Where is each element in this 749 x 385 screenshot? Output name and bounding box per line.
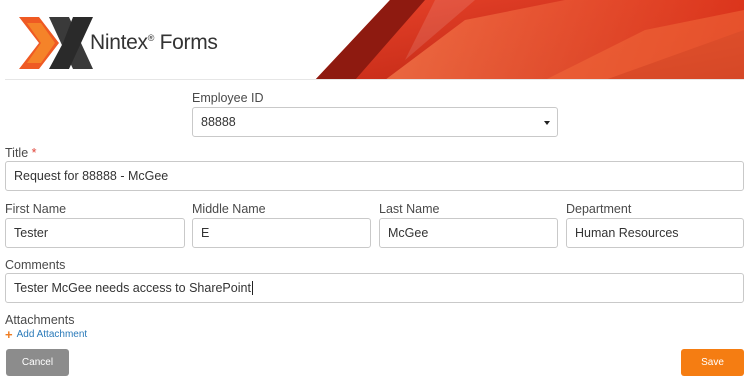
department-input[interactable]: Human Resources: [566, 218, 744, 248]
brand-product: Forms: [159, 31, 218, 54]
nintex-logo-icon: [19, 17, 93, 69]
brand-name: Nintex: [90, 31, 148, 54]
cancel-button[interactable]: Cancel: [6, 349, 69, 376]
form-header: Nintex® Forms: [5, 0, 744, 80]
cancel-button-label: Cancel: [21, 357, 54, 368]
first-name-label: First Name: [5, 202, 67, 216]
employee-id-value: 88888: [201, 115, 236, 129]
employee-id-select[interactable]: 88888: [192, 107, 558, 137]
last-name-label: Last Name: [379, 202, 440, 216]
title-label: Title *: [5, 146, 37, 160]
middle-name-value: E: [201, 226, 210, 240]
title-input[interactable]: Request for 88888 - McGee: [5, 161, 744, 191]
last-name-input[interactable]: McGee: [379, 218, 558, 248]
save-button-label: Save: [701, 357, 724, 368]
title-label-text: Title: [5, 146, 29, 160]
add-attachment-link[interactable]: + Add Attachment: [5, 326, 88, 342]
comments-label: Comments: [5, 258, 66, 272]
attachments-label: Attachments: [5, 313, 75, 327]
first-name-input[interactable]: Tester: [5, 218, 185, 248]
last-name-value: McGee: [388, 226, 429, 240]
comments-input[interactable]: Tester McGee needs access to SharePoint: [5, 273, 744, 303]
brand-wordmark: Nintex® Forms: [90, 31, 218, 55]
brand-registered-mark: ®: [147, 33, 155, 43]
department-value: Human Resources: [575, 226, 679, 240]
comments-value: Tester McGee needs access to SharePoint: [14, 281, 251, 295]
plus-icon: +: [5, 326, 13, 342]
middle-name-label: Middle Name: [192, 202, 266, 216]
save-button[interactable]: Save: [681, 349, 744, 376]
title-value: Request for 88888 - McGee: [14, 169, 169, 183]
required-marker: *: [31, 146, 37, 160]
middle-name-input[interactable]: E: [192, 218, 371, 248]
department-label: Department: [566, 202, 632, 216]
employee-id-label: Employee ID: [192, 91, 264, 105]
add-attachment-label: Add Attachment: [16, 329, 88, 340]
header-divider: [5, 79, 744, 80]
dropdown-caret-icon: [544, 121, 550, 125]
first-name-value: Tester: [14, 226, 49, 240]
text-cursor: [251, 281, 253, 295]
